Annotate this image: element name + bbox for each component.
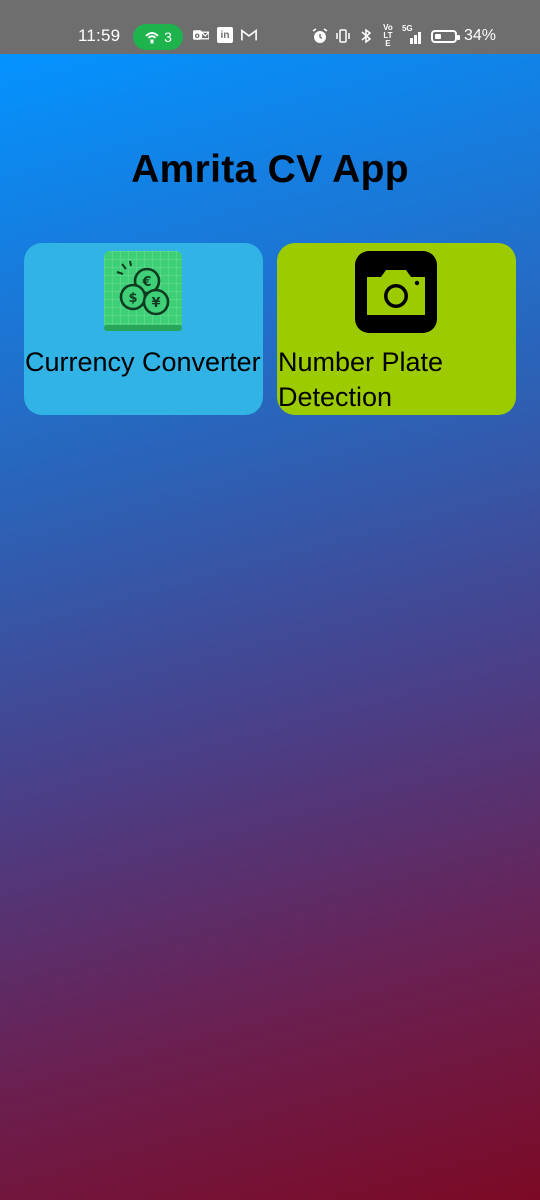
hotspot-icon xyxy=(145,32,159,44)
number-plate-detection-card[interactable]: Number Plate Detection xyxy=(277,243,516,415)
outlook-icon: o xyxy=(193,27,209,43)
currency-converter-label: Currency Converter xyxy=(25,347,261,377)
number-plate-detection-label: Number Plate Detection xyxy=(278,347,444,412)
app-screen: Amrita CV App € $ ¥ Currency Converter N… xyxy=(0,54,540,1200)
svg-text:o: o xyxy=(195,31,200,40)
system-icons: Vo LTE 5G 34% xyxy=(312,23,496,48)
status-bar: 11:59 3 o in Vo LTE 5G 34% xyxy=(0,0,540,54)
alarm-icon xyxy=(312,28,328,44)
status-time: 11:59 xyxy=(78,26,121,45)
battery-icon xyxy=(430,29,460,43)
volte-icon: Vo LTE xyxy=(383,23,393,48)
camera-icon xyxy=(355,251,437,333)
svg-text:¥: ¥ xyxy=(151,296,160,311)
vibrate-icon xyxy=(335,28,351,44)
hotspot-count: 3 xyxy=(164,29,172,45)
signal-icon: 5G xyxy=(402,24,424,44)
battery-fill xyxy=(434,33,441,39)
currency-coins-icon: € $ ¥ xyxy=(104,251,182,331)
battery-percent: 34% xyxy=(463,27,496,44)
currency-converter-card[interactable]: € $ ¥ Currency Converter xyxy=(24,243,263,415)
linkedin-icon: in xyxy=(217,27,233,43)
hotspot-indicator[interactable]: 3 xyxy=(133,24,183,50)
bluetooth-icon xyxy=(358,28,374,44)
svg-text:$: $ xyxy=(128,291,137,306)
svg-text:€: € xyxy=(141,275,151,290)
gmail-icon xyxy=(241,27,257,43)
app-title: Amrita CV App xyxy=(131,148,409,191)
notification-icons: o in xyxy=(193,27,257,43)
